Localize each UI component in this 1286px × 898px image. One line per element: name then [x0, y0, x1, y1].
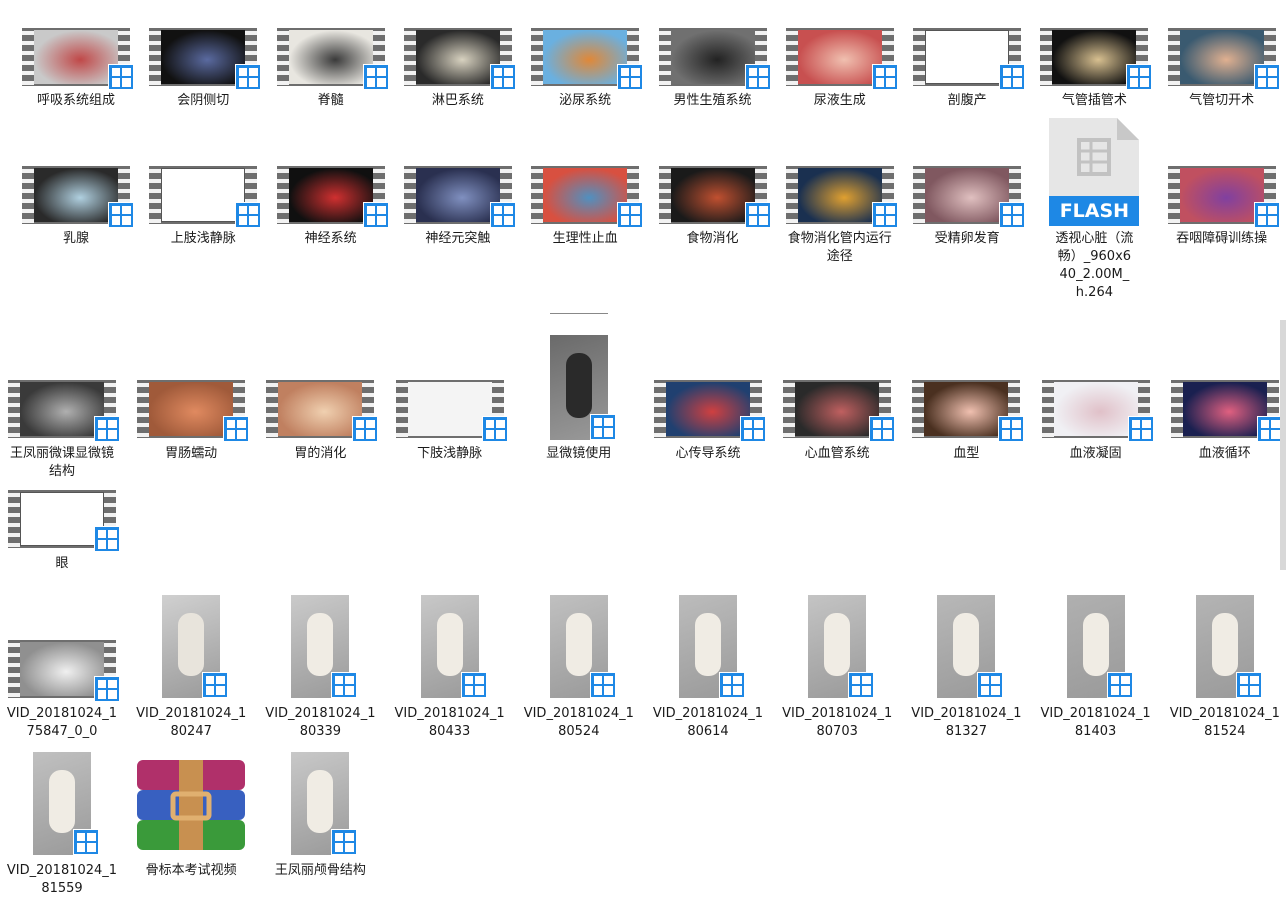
video-file-icon [869, 416, 896, 442]
file-name-label: VID_20181024_181403 [1040, 706, 1151, 739]
file-name-label: 会阴侧切 [177, 93, 230, 108]
video-file-icon [848, 672, 875, 698]
file-name-label: 下肢浅静脉 [417, 446, 483, 461]
video-file-icon [223, 416, 250, 442]
divider [549, 313, 608, 314]
file-name-label: 受精卵发育 [934, 231, 1000, 246]
file-name-label: VID_20181024_180339 [265, 706, 376, 739]
file-name-label: VID_20181024_180703 [782, 706, 893, 739]
video-file-icon [489, 64, 516, 90]
video-file-icon [352, 416, 379, 442]
file-name-label: 胃的消化 [294, 446, 347, 461]
video-file-icon [1256, 416, 1283, 442]
video-file-icon [589, 414, 616, 440]
video-file-icon [481, 416, 508, 442]
file-name-label: VID_20181024_181327 [911, 706, 1022, 739]
video-file-icon [1127, 416, 1154, 442]
file-name-label: 吞咽障碍训练操 [1176, 231, 1268, 246]
video-file-icon [108, 64, 134, 90]
video-file-icon [1253, 64, 1280, 90]
video-file-icon [362, 64, 389, 90]
file-name-label: 王凤丽微课显微镜结构 [9, 446, 114, 479]
file-name-label: VID_20181024_180433 [394, 706, 505, 739]
file-name-label: VID_20181024_181524 [1169, 706, 1280, 739]
file-name-label: 心血管系统 [804, 446, 870, 461]
video-file-icon [744, 64, 771, 90]
video-file-icon [1106, 672, 1133, 698]
video-file-icon [999, 202, 1026, 228]
video-file-icon [235, 64, 262, 90]
file-name-label: 显微镜使用 [546, 446, 612, 461]
video-file-icon [617, 202, 644, 228]
video-file-icon [460, 672, 487, 698]
scrollbar[interactable] [1280, 320, 1286, 570]
file-name-label: 气管插管术 [1061, 93, 1127, 108]
video-file-icon [1126, 64, 1153, 90]
file-name-label: 尿液生成 [813, 93, 866, 108]
video-file-icon [235, 202, 262, 228]
flash-file-icon: FLASH [1049, 118, 1140, 226]
video-file-icon [999, 64, 1026, 90]
file-name-label: 食物消化 [686, 231, 739, 246]
file-name-label: VID_20181024_180614 [652, 706, 764, 739]
video-file-icon [331, 829, 358, 855]
video-file-icon [73, 829, 99, 855]
video-file-icon [740, 416, 766, 442]
file-name-label: VID_20181024_181559 [6, 863, 118, 896]
file-name-label: 剖腹产 [947, 93, 987, 108]
video-file-icon [331, 672, 358, 698]
video-file-icon [589, 672, 616, 698]
file-name-label: 生理性止血 [552, 231, 618, 246]
file-name-label: 乳腺 [62, 231, 89, 246]
file-name-label: VID_20181024_180524 [523, 706, 634, 739]
video-file-icon [489, 202, 516, 228]
flash-badge-label: FLASH [1059, 200, 1130, 222]
file-name-label: 神经系统 [304, 231, 357, 246]
archive-file-icon [137, 760, 246, 850]
file-name-label: 淋巴系统 [431, 93, 484, 108]
file-name-label: 气管切开术 [1189, 93, 1255, 108]
video-file-icon [94, 676, 120, 702]
video-file-icon [1235, 672, 1262, 698]
file-name-label: 骨标本考试视频 [145, 863, 237, 878]
video-file-icon [719, 672, 745, 698]
file-name-label: 透视心脏（流畅）_960x640_2.00M_h.264 [1055, 231, 1134, 300]
video-file-icon [94, 416, 120, 442]
file-name-label: 眼 [55, 556, 69, 571]
file-name-label: 食物消化管内运行途径 [787, 231, 892, 264]
video-file-icon [108, 202, 134, 228]
video-file-icon [202, 672, 229, 698]
file-name-label: VID_20181024_175847_0_0 [6, 706, 118, 739]
file-name-label: 男性生殖系统 [673, 93, 752, 108]
file-name-label: 血液凝固 [1069, 446, 1122, 461]
file-name-label: 王凤丽颅骨结构 [274, 863, 366, 878]
video-file-icon [362, 202, 389, 228]
file-name-label: 心传导系统 [675, 446, 741, 461]
file-name-label: 泌尿系统 [559, 93, 612, 108]
file-grid: 呼吸系统组成 会阴侧切 脊髓 淋巴系统 泌尿系统 男性生殖系统 尿液生成 剖腹产 气管插管术 气管… [0, 0, 1286, 898]
file-name-label: 上肢浅静脉 [170, 231, 236, 246]
video-file-icon [871, 64, 898, 90]
file-name-label: 神经元突触 [425, 231, 491, 246]
file-name-label: VID_20181024_180247 [136, 706, 247, 739]
video-file-icon [617, 64, 644, 90]
file-name-label: 血型 [953, 446, 980, 461]
video-file-icon [1253, 202, 1280, 228]
file-name-label: 胃肠蠕动 [165, 446, 218, 461]
video-file-icon [998, 416, 1025, 442]
file-name-label: 脊髓 [317, 93, 344, 108]
video-file-icon [744, 202, 771, 228]
file-name-label: 呼吸系统组成 [36, 93, 115, 108]
video-file-icon [977, 672, 1004, 698]
file-name-label: 血液循环 [1198, 446, 1251, 461]
video-file-icon [871, 202, 898, 228]
video-file-icon [94, 526, 120, 552]
